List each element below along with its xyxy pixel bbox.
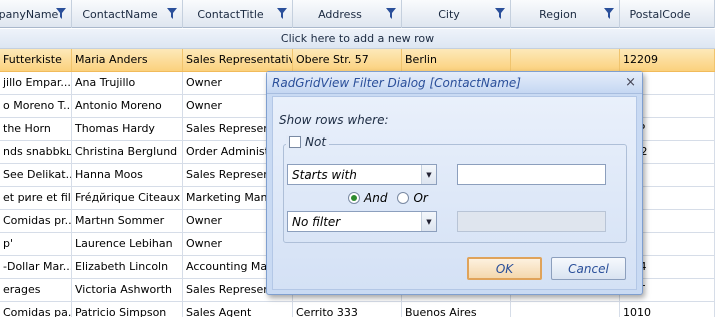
- funnel-icon[interactable]: [386, 8, 396, 19]
- table-cell[interactable]: Obere Str. 57: [293, 49, 402, 71]
- funnel-icon[interactable]: [167, 8, 177, 19]
- table-cell[interactable]: Christina Berglund: [72, 141, 183, 163]
- cancel-button[interactable]: Cancel: [551, 257, 626, 280]
- funnel-icon[interactable]: [604, 8, 614, 19]
- triangle-down-icon[interactable]: ▼: [421, 212, 436, 231]
- table-cell[interactable]: Patricio Simpson: [72, 302, 183, 317]
- table-cell[interactable]: 1010: [620, 302, 715, 317]
- and-radio[interactable]: [348, 192, 360, 204]
- table-cell[interactable]: Cerrito 333: [293, 302, 402, 317]
- column-header-city[interactable]: City: [402, 0, 511, 28]
- table-cell[interactable]: Antonio Moreno: [72, 95, 183, 117]
- dialog-title-bar[interactable]: RadGridView Filter Dialog [ContactName] …: [267, 72, 642, 94]
- column-header-label: panyName: [0, 7, 59, 21]
- table-cell[interactable]: Comidas pa...: [0, 302, 72, 317]
- not-label: Not: [305, 135, 327, 149]
- column-header-label: ContactTitle: [197, 7, 264, 21]
- not-checkbox[interactable]: [289, 136, 301, 148]
- table-row[interactable]: Comidas pa... Patricio Simpson Sales Agent…: [0, 302, 715, 317]
- table-cell[interactable]: Fréдйrique Citeaux: [72, 187, 183, 209]
- table-cell[interactable]: Maria Anders: [72, 49, 183, 71]
- table-cell[interactable]: See Delikat...: [0, 164, 72, 186]
- funnel-icon[interactable]: [56, 8, 66, 19]
- table-cell[interactable]: Victoria Ashworth: [72, 279, 183, 301]
- table-cell[interactable]: o Moreno T...: [0, 95, 72, 117]
- table-cell[interactable]: Futterkiste: [0, 49, 72, 71]
- table-cell[interactable]: Sales Agent: [183, 302, 293, 317]
- triangle-down-icon[interactable]: ▼: [421, 165, 436, 184]
- table-cell[interactable]: jillo Empar...: [0, 72, 72, 94]
- operator1-value: Starts with: [292, 168, 357, 182]
- and-label: And: [364, 191, 388, 205]
- table-cell[interactable]: 12209: [620, 49, 715, 71]
- column-header-region[interactable]: Region: [511, 0, 620, 28]
- dialog-title: RadGridView Filter Dialog [ContactName]: [272, 76, 521, 90]
- table-cell[interactable]: Sales Representative: [183, 49, 293, 71]
- table-cell[interactable]: erages: [0, 279, 72, 301]
- column-header-postalcode[interactable]: PostalCode: [620, 0, 715, 28]
- add-new-row[interactable]: Click here to add a new row: [0, 29, 715, 49]
- close-icon[interactable]: ×: [625, 75, 636, 90]
- or-radio[interactable]: [397, 192, 410, 204]
- table-cell[interactable]: -Dollar Mar...: [0, 256, 72, 278]
- table-cell[interactable]: [511, 49, 620, 71]
- column-header-address[interactable]: Address: [293, 0, 402, 28]
- logic-operator-group: And Or: [348, 191, 428, 205]
- show-rows-label: Show rows where:: [279, 113, 389, 127]
- ok-button[interactable]: OK: [467, 257, 542, 280]
- filter-value1-input[interactable]: [457, 164, 606, 185]
- column-header-contacttitle[interactable]: ContactTitle: [183, 0, 293, 28]
- column-header-label: Address: [318, 7, 362, 21]
- column-header-label: City: [438, 7, 460, 21]
- table-cell[interactable]: Elizabeth Lincoln: [72, 256, 183, 278]
- column-header-label: PostalCode: [629, 7, 691, 21]
- table-cell[interactable]: the Horn: [0, 118, 72, 140]
- or-label: Or: [413, 191, 428, 205]
- operator2-value: No filter: [292, 215, 341, 229]
- table-cell[interactable]: Berlin: [402, 49, 511, 71]
- operator1-select[interactable]: Starts with ▼: [287, 164, 437, 185]
- operator2-select[interactable]: No filter ▼: [287, 211, 437, 232]
- table-cell[interactable]: et pиre et fils: [0, 187, 72, 209]
- filter-value2-input: [457, 211, 606, 232]
- table-cell[interactable]: Hanna Moos: [72, 164, 183, 186]
- table-cell[interactable]: nds snabbkцp: [0, 141, 72, 163]
- column-header-contactname[interactable]: ContactName: [72, 0, 183, 28]
- table-cell[interactable]: Martнn Sommer: [72, 210, 183, 232]
- table-cell[interactable]: p': [0, 233, 72, 255]
- grid-header-row: panyName ContactName ContactTitle Addres…: [0, 0, 715, 28]
- funnel-icon[interactable]: [495, 8, 505, 19]
- table-cell[interactable]: Buenos Aires: [402, 302, 511, 317]
- column-header-companyname[interactable]: panyName: [0, 0, 72, 28]
- column-header-label: ContactName: [82, 7, 158, 21]
- funnel-icon[interactable]: [277, 8, 287, 19]
- table-cell[interactable]: Ana Trujillo: [72, 72, 183, 94]
- not-option[interactable]: Not: [286, 135, 330, 149]
- table-cell[interactable]: Thomas Hardy: [72, 118, 183, 140]
- table-row[interactable]: Futterkiste Maria Anders Sales Representat…: [0, 49, 715, 72]
- column-header-label: Region: [539, 7, 577, 21]
- table-cell[interactable]: Laurence Lebihan: [72, 233, 183, 255]
- table-cell[interactable]: [511, 302, 620, 317]
- table-cell[interactable]: Comidas pr...: [0, 210, 72, 232]
